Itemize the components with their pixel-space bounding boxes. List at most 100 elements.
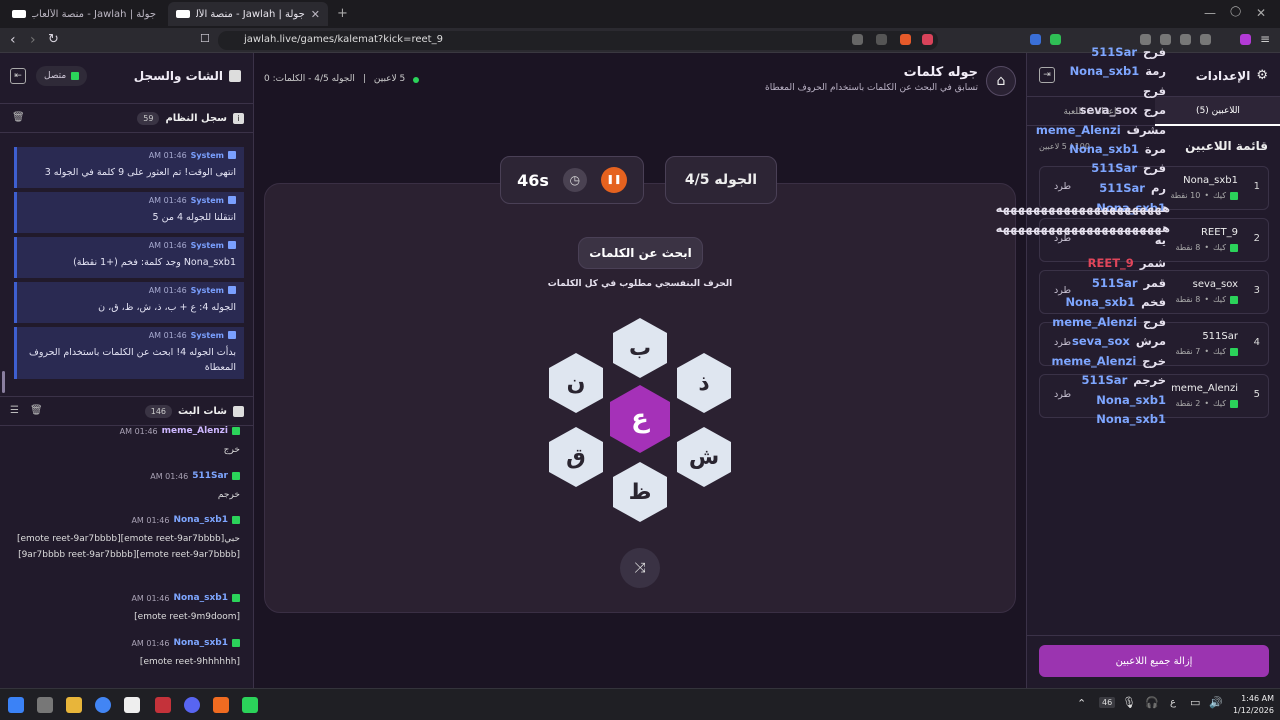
language-indicator[interactable]: ع [1170, 697, 1176, 708]
overlay-word: شمر [1139, 256, 1166, 270]
network-icon[interactable]: ▭ [1190, 696, 1200, 709]
extension-icon[interactable] [1140, 34, 1151, 45]
sidebar-icon[interactable] [1160, 34, 1171, 45]
chat-message: Nona_sxb1 01:46 AM [emote reet-9m9doom] [10, 593, 240, 625]
extension-icon[interactable] [1030, 34, 1041, 45]
overlay-player-name: 511Sar [1091, 276, 1138, 290]
system-icon [228, 286, 236, 294]
kick-icon [232, 427, 240, 435]
back-icon[interactable]: ‹ [10, 32, 16, 48]
separator: | [362, 74, 366, 84]
message-text: [emote reet-9m9doom] [134, 612, 240, 622]
player-platform: كيك [1213, 243, 1226, 252]
trash-icon[interactable]: 🗑 [12, 112, 25, 123]
bookmark-icon[interactable]: ☐ [200, 32, 210, 45]
overlay-word: فخم [1141, 295, 1166, 309]
overlay-player-name: REET_9 [1087, 256, 1134, 270]
close-window-icon[interactable]: ✕ [1256, 6, 1266, 20]
tab-title: جولة | Jawlah - منصة الألعاب التفا [196, 8, 305, 20]
system-message: System 01:46 AM Nona_sxb1 وجد كلمة: فخم (… [14, 237, 244, 278]
wallet-icon[interactable] [1180, 34, 1191, 45]
player-points: 7 نقطة [1175, 347, 1201, 356]
taskbar: ⌃ 46 🎙 🎧 ع ▭ 🔊 1:46 AM 1/12/2026 [0, 688, 1280, 720]
letter-tile-top[interactable]: ب [613, 318, 667, 378]
minimize-icon[interactable]: — [1204, 6, 1216, 20]
hint-text: الحرف البنفسجي مطلوب في كل الكلمات [547, 279, 733, 289]
message-author: System [190, 151, 224, 160]
remove-all-players-button[interactable]: إزالة جميع اللاعبين [1039, 645, 1269, 677]
new-tab-icon[interactable]: + [337, 6, 348, 21]
message-author: Nona_sxb1 [173, 515, 228, 525]
kick-app-icon[interactable] [242, 697, 258, 713]
maximize-icon[interactable]: ◯ [1230, 6, 1241, 17]
reload-icon[interactable]: ↻ [48, 32, 59, 47]
chrome-icon[interactable] [95, 697, 111, 713]
letter-tile-bottom[interactable]: ظ [613, 462, 667, 522]
overlay-word: خرج [1142, 354, 1166, 368]
browser-tab-2[interactable]: ✕ جولة | Jawlah - منصة الألعاب التفا [168, 2, 328, 26]
pause-button[interactable]: ❚❚ [600, 167, 627, 193]
kick-icon [1230, 399, 1238, 408]
message-author: 511Sar [192, 471, 228, 481]
player-platform: كيك [1213, 295, 1226, 304]
menu-icon[interactable]: ≡ [1260, 32, 1270, 46]
tray-badge[interactable]: 46 [1099, 697, 1116, 708]
profile-icon[interactable] [1240, 34, 1251, 45]
task-view-icon[interactable] [37, 697, 53, 713]
letter-tile-bottom-left[interactable]: ق [549, 427, 603, 487]
chat-icon [233, 406, 244, 417]
player-platform: كيك [1213, 399, 1226, 408]
overlay-word: مرج [1143, 103, 1166, 117]
letter-tile-top-right[interactable]: ذ [677, 353, 731, 413]
overlay-word: فرج [1143, 84, 1166, 98]
shuffle-button[interactable]: ⤨ [620, 548, 660, 588]
search-label-text: ابحث عن الكلمات [589, 246, 692, 260]
overlay-player-name: 511Sar [1091, 45, 1138, 59]
headset-icon[interactable]: 🎧 [1145, 696, 1159, 709]
letter-tile-bottom-right[interactable]: ش [677, 427, 731, 487]
mic-icon[interactable]: 🎙 [1122, 696, 1136, 709]
volume-icon[interactable]: 🔊 [1209, 696, 1223, 709]
forward-icon[interactable]: › [30, 32, 36, 48]
message-author: System [190, 241, 224, 250]
overlay-player-name: Nona_sxb1 [1096, 393, 1166, 407]
browser-tab-1[interactable]: جولة | Jawlah - منصة الألعاب التفاعلية [4, 2, 164, 26]
share-icon[interactable] [876, 34, 887, 45]
file-explorer-icon[interactable] [66, 697, 82, 713]
filter-icon[interactable]: ☰ [10, 405, 19, 416]
close-tab-icon[interactable]: ✕ [311, 8, 320, 21]
overlay-word-entry: Nona_sxb1 [1090, 393, 1166, 407]
app-icon[interactable] [155, 697, 171, 713]
letter-tile-top-left[interactable]: ن [549, 353, 603, 413]
url-field[interactable]: jawlah.live/games/kalemat?kick=reet_9 [218, 31, 938, 50]
clock[interactable]: 1:46 AM 1/12/2026 [1224, 693, 1274, 717]
overlay-word: مشرف [1126, 123, 1166, 137]
player-name: seva_sox [1192, 279, 1238, 290]
center-letter-tile[interactable]: ع [610, 385, 670, 453]
system-icon [228, 241, 236, 249]
info-icon: i [233, 113, 244, 124]
home-icon[interactable]: ⌂ [986, 66, 1016, 96]
tab-players[interactable]: اللاعبين (5) [1155, 97, 1280, 126]
ai-icon[interactable] [1200, 34, 1211, 45]
overlay-player-name: meme_Alenzi [1035, 123, 1121, 137]
system-log-title: سجل النظام [165, 113, 227, 124]
chat-message: 511Sar 01:46 AM خرجم [10, 471, 240, 503]
collapse-panel-icon[interactable]: ⇤ [10, 68, 26, 84]
scrollbar-thumb[interactable] [2, 371, 5, 393]
browser-tab-bar: جولة | Jawlah - منصة الألعاب التفاعلية ✕… [0, 0, 1280, 28]
discord-icon[interactable] [184, 697, 200, 713]
translate-icon[interactable] [852, 34, 863, 45]
chevron-up-icon[interactable]: ⌃ [1077, 697, 1086, 710]
overlay-word: يه [1154, 233, 1166, 247]
player-name: meme_Alenzi [1171, 383, 1238, 394]
brave-icon[interactable] [213, 697, 229, 713]
windows-start-icon[interactable] [8, 697, 24, 713]
overlay-word-entry: مشرف meme_Alenzi [1036, 123, 1166, 137]
trash-icon[interactable]: 🗑 [30, 405, 43, 416]
notepad-icon[interactable] [124, 697, 140, 713]
extension-icon[interactable] [1050, 34, 1061, 45]
rewards-icon[interactable] [922, 34, 933, 45]
brave-shield-icon[interactable] [900, 34, 911, 45]
chat-message: Nona_sxb1 01:46 AM حبي[emote reet-9ar7bbb… [10, 515, 240, 563]
